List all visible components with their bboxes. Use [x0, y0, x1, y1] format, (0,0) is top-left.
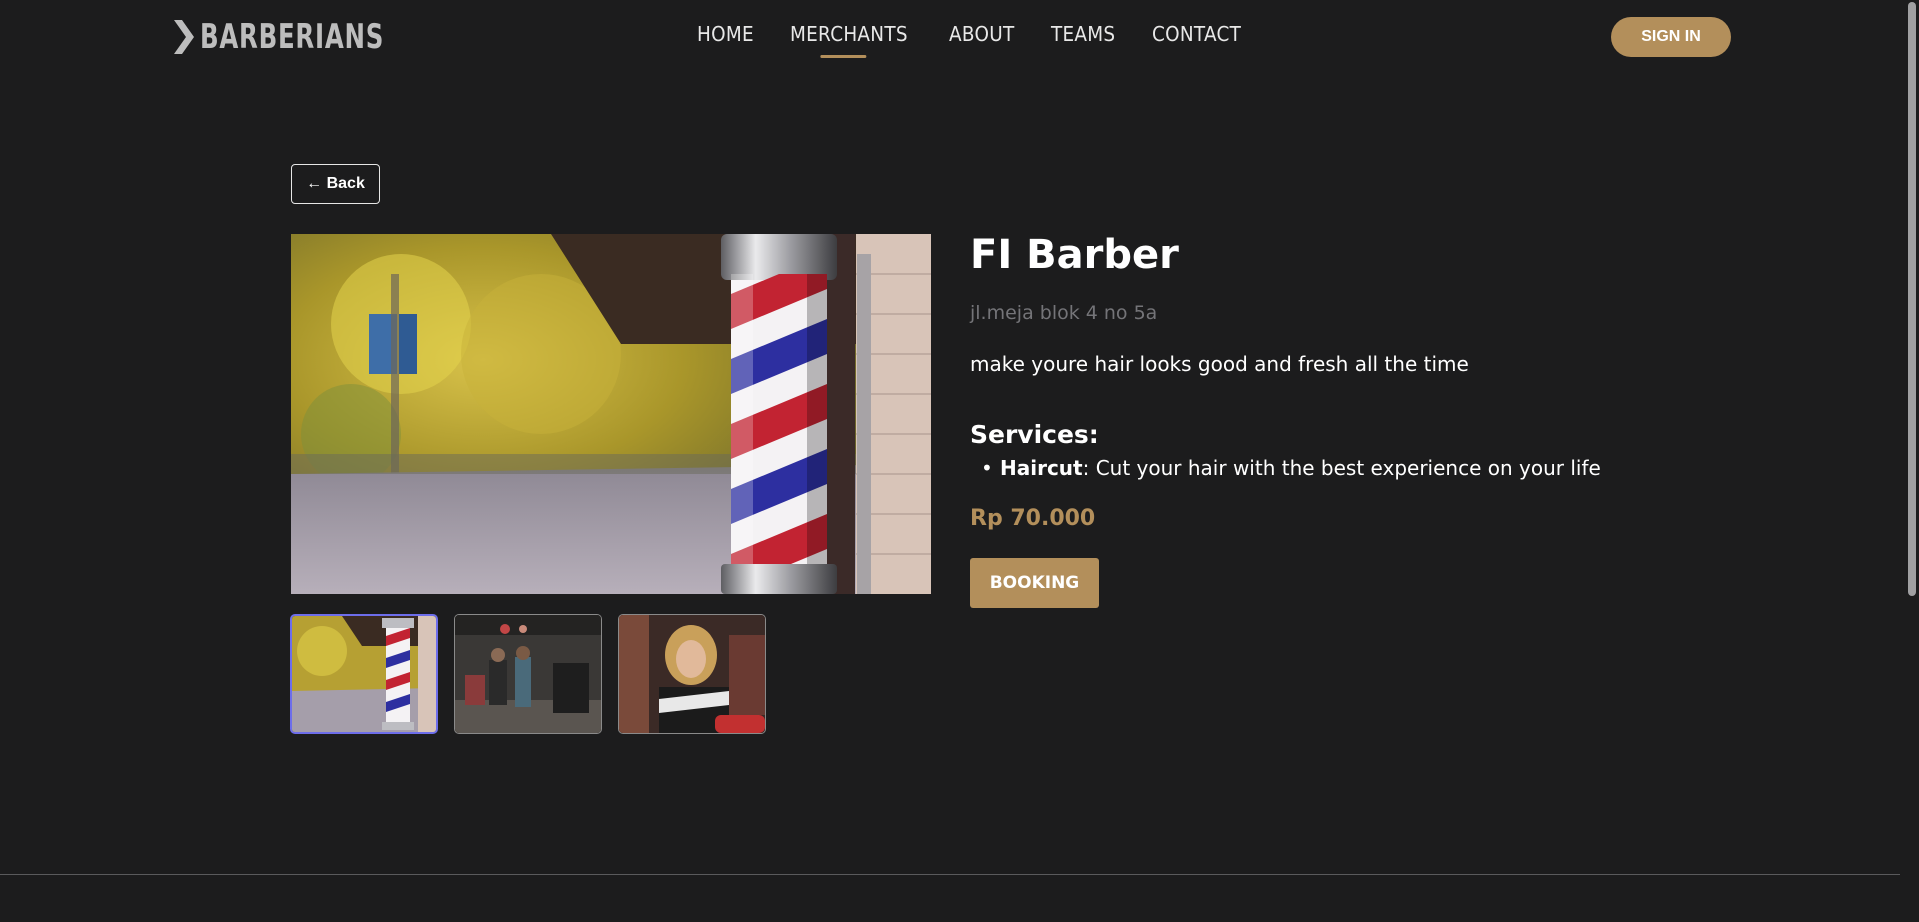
- logo-mark-icon: [174, 20, 194, 54]
- merchant-price: Rp 70.000: [970, 506, 1096, 531]
- nav-link-home[interactable]: HOME: [697, 22, 754, 46]
- logo-text: BARBERIANS: [200, 17, 385, 57]
- nav-link-teams[interactable]: TEAMS: [1051, 22, 1115, 46]
- nav-links: HOME MERCHANTS ABOUT TEAMS CONTACT: [697, 22, 1280, 58]
- service-detail: : Cut your hair with the best experience…: [1082, 456, 1601, 480]
- booking-button[interactable]: BOOKING: [970, 558, 1099, 608]
- scrollbar[interactable]: [1904, 0, 1919, 922]
- back-button[interactable]: ← Back: [291, 164, 380, 204]
- service-item: Haircut: Cut your hair with the best exp…: [980, 456, 1601, 480]
- barbershop-interior-thumbnail: [455, 615, 601, 733]
- merchant-description: make youre hair looks good and fresh all…: [970, 352, 1469, 376]
- nav-link-about[interactable]: ABOUT: [949, 22, 1014, 46]
- services-heading: Services:: [970, 420, 1099, 449]
- service-name: Haircut: [1000, 456, 1083, 480]
- nav-link-contact[interactable]: CONTACT: [1152, 22, 1241, 46]
- navbar: BARBERIANS HOME MERCHANTS ABOUT TEAMS CO…: [0, 0, 1900, 72]
- scrollbar-thumb[interactable]: [1908, 2, 1916, 596]
- services-list: Haircut: Cut your hair with the best exp…: [980, 456, 1601, 480]
- barber-pole-photo: [291, 234, 931, 594]
- sign-in-button[interactable]: SIGN IN: [1611, 17, 1731, 57]
- woman-portrait-thumbnail: [619, 615, 765, 733]
- logo[interactable]: BARBERIANS: [172, 16, 456, 58]
- thumbnail-3[interactable]: [618, 614, 766, 734]
- thumbnail-1[interactable]: [290, 614, 438, 734]
- barber-pole-thumbnail: [292, 616, 436, 732]
- nav-link-merchants[interactable]: MERCHANTS: [790, 22, 908, 58]
- footer-divider: [0, 874, 1900, 875]
- thumbnail-2[interactable]: [454, 614, 602, 734]
- merchant-name: FI Barber: [970, 232, 1179, 278]
- main-image-barber-pole: [291, 234, 931, 594]
- merchant-address: jl.meja blok 4 no 5a: [970, 302, 1158, 324]
